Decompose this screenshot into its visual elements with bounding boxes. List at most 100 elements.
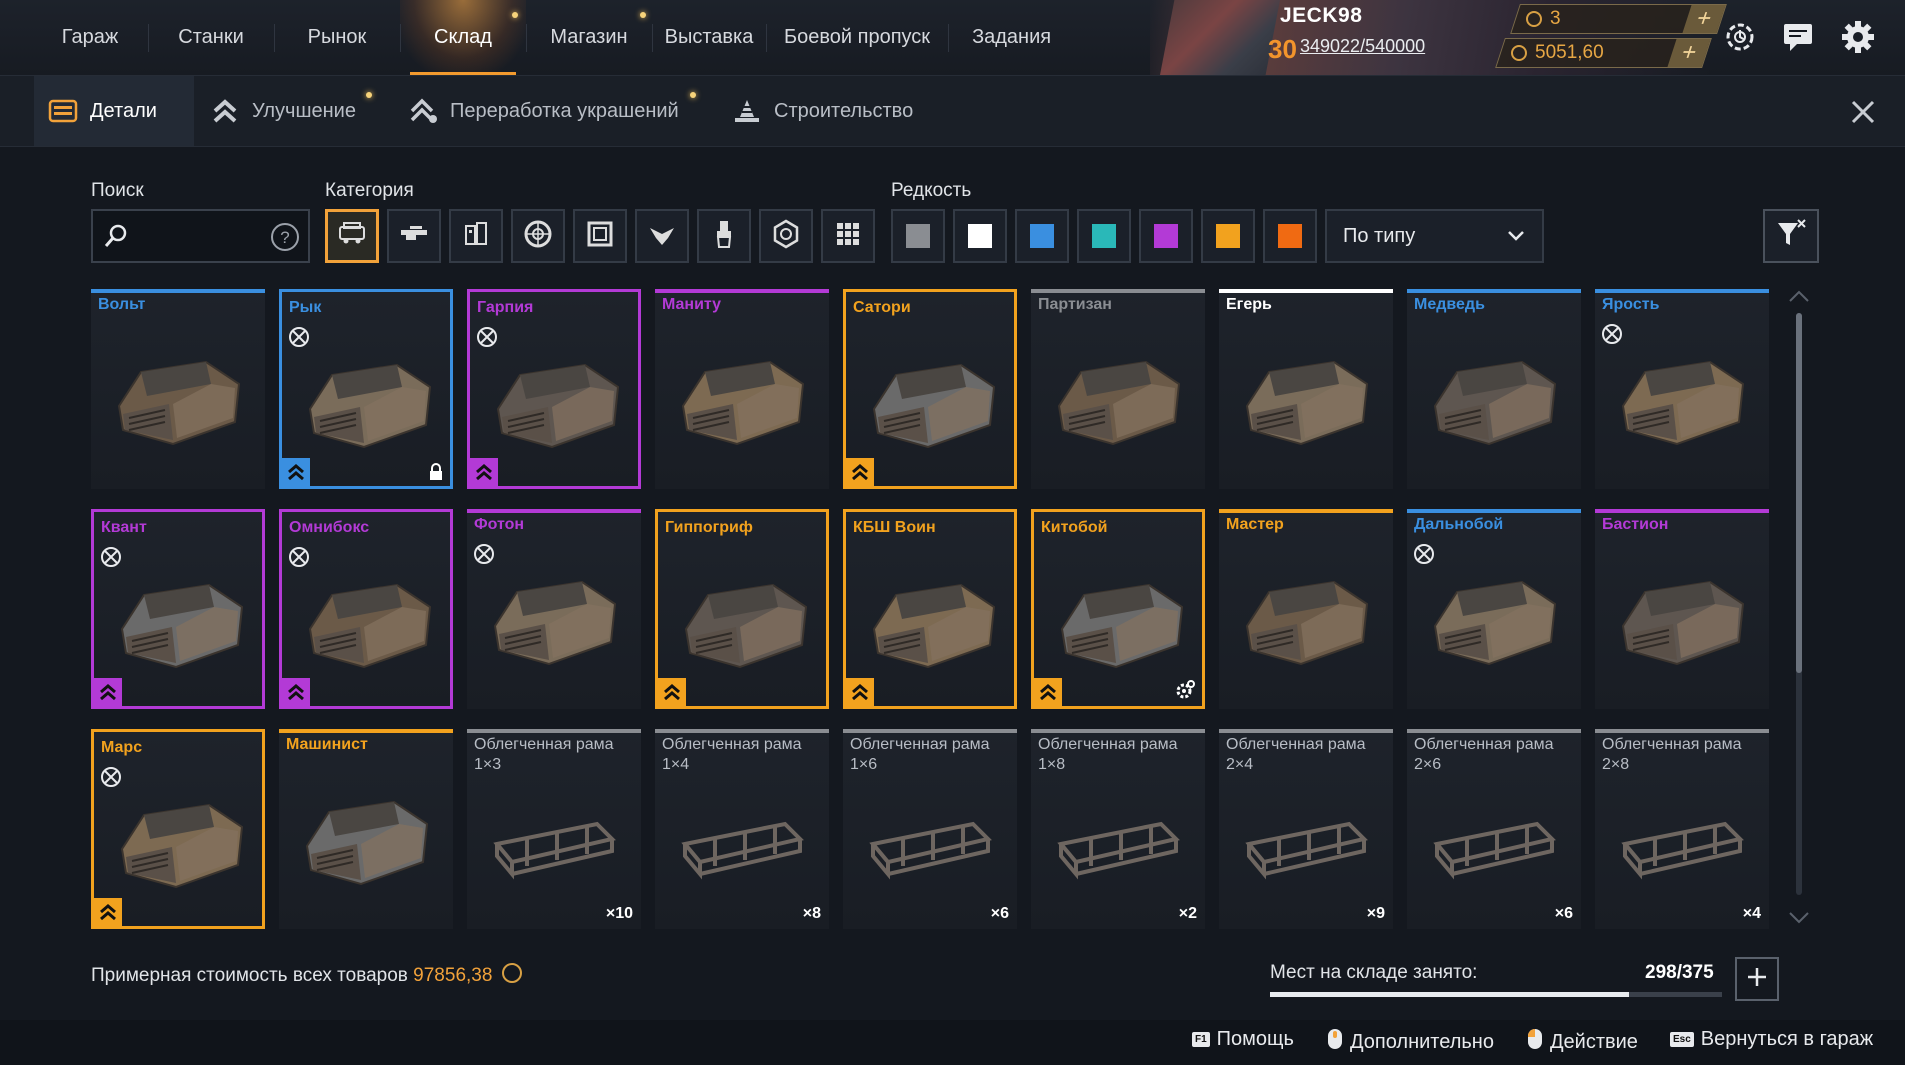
item-card[interactable]: Китобой — [1031, 509, 1205, 709]
item-name: Машинист — [286, 736, 368, 753]
tab-label: Переработка украшений — [450, 99, 679, 122]
item-card[interactable]: Гиппогриф — [655, 509, 829, 709]
hint-action[interactable]: Действие — [1527, 1028, 1638, 1056]
rarity-filter[interactable] — [891, 209, 945, 263]
scroll-thumb[interactable] — [1796, 313, 1802, 673]
nav-market[interactable]: Рынок — [274, 0, 400, 75]
item-name: Фотон — [474, 516, 525, 533]
nav-workbenches[interactable]: Станки — [148, 0, 274, 75]
player-profile[interactable]: JECK98 30 349022/540000 3 + 5051,60 + — [1150, 0, 1727, 75]
item-card[interactable]: Рык — [279, 289, 453, 489]
rarity-filter[interactable] — [1263, 209, 1317, 263]
chevron-down-icon — [1506, 225, 1526, 251]
item-quantity: ×6 — [1554, 905, 1573, 922]
item-card[interactable]: Егерь — [1219, 289, 1393, 489]
rarity-filter[interactable] — [1139, 209, 1193, 263]
avatar[interactable] — [1160, 0, 1280, 75]
item-name: Облегченная рама 2×4 — [1226, 736, 1366, 773]
search-icon — [103, 223, 129, 254]
category-filter-all-grid[interactable] — [821, 209, 875, 263]
category-filter-frame[interactable] — [573, 209, 627, 263]
nav-quests[interactable]: Задания — [948, 0, 1075, 75]
help-icon[interactable]: ? — [270, 222, 300, 257]
item-card[interactable]: Бастион — [1595, 509, 1769, 709]
construction-icon — [732, 96, 762, 126]
tab-upgrade[interactable]: Улучшение — [210, 76, 372, 146]
item-card[interactable]: Маниту — [655, 289, 829, 489]
item-card[interactable]: Омнибокс — [279, 509, 453, 709]
sort-select[interactable]: По типу — [1325, 209, 1544, 263]
item-card[interactable]: Квант — [91, 509, 265, 709]
category-filter-module[interactable] — [449, 209, 503, 263]
cabin-part-image — [678, 567, 813, 677]
category-filter-wheel[interactable] — [511, 209, 565, 263]
item-card[interactable]: Облегченная рама 2×6 ×6 — [1407, 729, 1581, 929]
rarity-swatch — [968, 224, 992, 248]
frame-part-image — [863, 784, 998, 894]
category-filter-hex-nut[interactable] — [759, 209, 813, 263]
item-card[interactable]: Гарпия — [467, 289, 641, 489]
search-input[interactable] — [139, 219, 263, 255]
rarity-filter[interactable] — [1015, 209, 1069, 263]
hint-label: Действие — [1550, 1030, 1638, 1053]
scrollbar[interactable] — [1789, 289, 1809, 929]
item-card[interactable]: Облегченная рама 1×8 ×2 — [1031, 729, 1205, 929]
item-card[interactable]: Мастер — [1219, 509, 1393, 709]
scroll-down-icon[interactable] — [1788, 911, 1810, 930]
cabin-part-image — [675, 344, 810, 454]
item-card[interactable]: Марс — [91, 729, 265, 929]
compass-gear-icon[interactable] — [1720, 17, 1760, 57]
item-card[interactable]: Облегченная рама 1×3 ×10 — [467, 729, 641, 929]
category-filter-paint[interactable] — [697, 209, 751, 263]
category-filter-weapon[interactable] — [387, 209, 441, 263]
rarity-stripe — [1031, 729, 1205, 733]
hint-more[interactable]: Дополнительно — [1327, 1028, 1494, 1056]
item-card[interactable]: Вольт — [91, 289, 265, 489]
search-label: Поиск — [91, 180, 144, 201]
tab-parts[interactable]: Детали — [34, 76, 194, 146]
item-card[interactable]: Облегченная рама 2×8 ×4 — [1595, 729, 1769, 929]
item-card[interactable]: Облегченная рама 2×4 ×9 — [1219, 729, 1393, 929]
cabin-part-image — [1051, 344, 1186, 454]
tab-decor-recycling[interactable]: Переработка украшений — [408, 76, 696, 146]
rarity-filter[interactable] — [1201, 209, 1255, 263]
tab-label: Детали — [90, 99, 157, 122]
item-card[interactable]: Ярость — [1595, 289, 1769, 489]
item-card[interactable]: Сатори — [843, 289, 1017, 489]
expand-storage-button[interactable] — [1735, 957, 1779, 1001]
nav-label: Магазин — [550, 26, 628, 48]
item-card[interactable]: Дальнобой — [1407, 509, 1581, 709]
nav-storage[interactable]: Склад — [400, 0, 526, 75]
chat-icon[interactable] — [1778, 17, 1818, 57]
category-filter-cabin[interactable] — [325, 209, 379, 263]
settings-gear-icon[interactable] — [1838, 17, 1878, 57]
rarity-stripe — [1031, 289, 1205, 293]
nav-battle-pass[interactable]: Боевой пропуск — [766, 0, 948, 75]
scroll-up-icon[interactable] — [1788, 289, 1810, 308]
rarity-filter[interactable] — [953, 209, 1007, 263]
coin-icon — [1526, 11, 1542, 27]
frame-part-image — [487, 784, 622, 894]
item-card[interactable]: КБШ Воин — [843, 509, 1017, 709]
rarity-stripe — [1219, 509, 1393, 513]
frame-icon — [584, 218, 616, 255]
item-card[interactable]: Партизан — [1031, 289, 1205, 489]
item-card[interactable]: Облегченная рама 1×6 ×6 — [843, 729, 1017, 929]
nav-label: Склад — [434, 26, 492, 48]
item-card[interactable]: Облегченная рама 1×4 ×8 — [655, 729, 829, 929]
nav-garage[interactable]: Гараж — [32, 0, 148, 75]
item-card[interactable]: Медведь — [1407, 289, 1581, 489]
item-card[interactable]: Машинист — [279, 729, 453, 929]
rarity-filter[interactable] — [1077, 209, 1131, 263]
filter-clear-icon — [1774, 217, 1808, 256]
close-icon[interactable] — [1845, 94, 1881, 130]
hint-back-to-garage[interactable]: Esc Вернуться в гараж — [1670, 1028, 1873, 1051]
nav-shop[interactable]: Магазин — [526, 0, 652, 75]
nav-exhibition[interactable]: Выставка — [652, 0, 766, 75]
category-filter-decor[interactable] — [635, 209, 689, 263]
filter-reset-button[interactable] — [1763, 209, 1819, 263]
item-card[interactable]: Фотон — [467, 509, 641, 709]
tab-construction[interactable]: Строительство — [732, 76, 913, 146]
upgrade-tier-icon — [1034, 678, 1062, 706]
hint-help[interactable]: F1 Помощь — [1192, 1028, 1294, 1051]
